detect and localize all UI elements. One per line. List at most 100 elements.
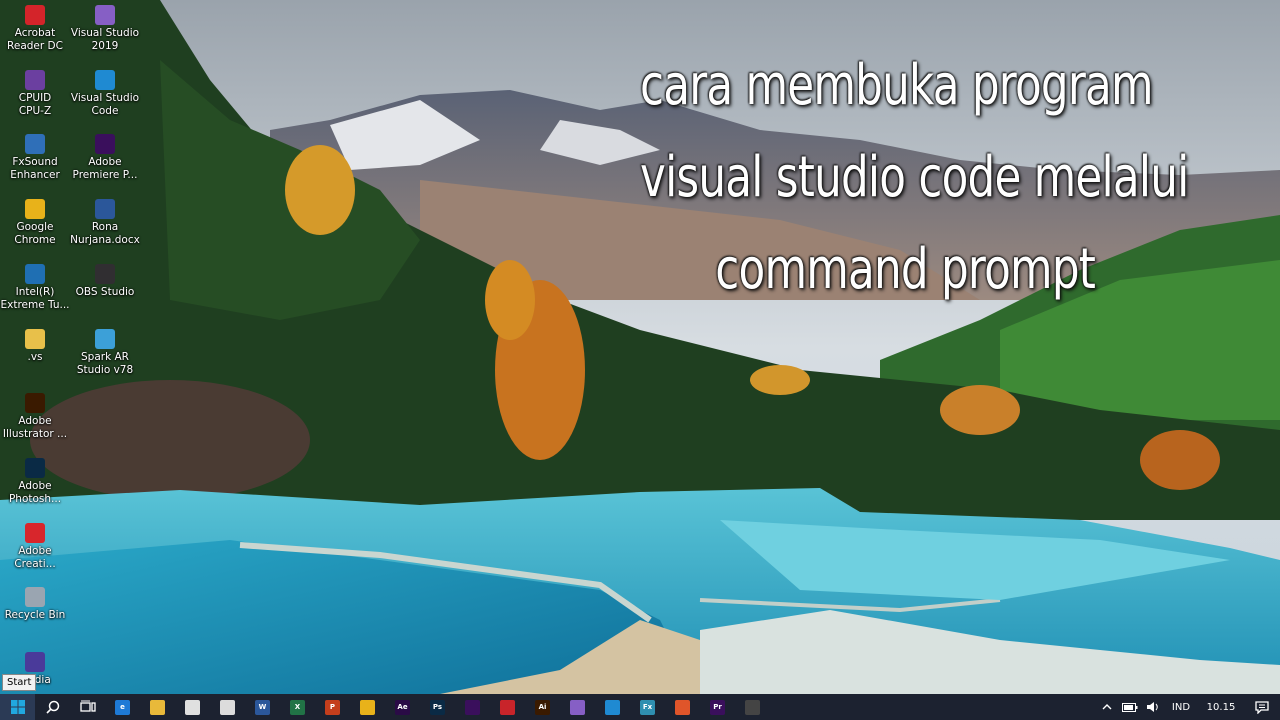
desktop-icon-label: Rona Nurjana.docx xyxy=(70,221,140,247)
vscode-icon xyxy=(95,69,115,90)
visual-studio-icon xyxy=(95,5,115,25)
video-caption-overlay: cara membuka program visual studio code … xyxy=(640,40,1189,316)
edge-icon[interactable]: e xyxy=(105,694,140,720)
excel-icon[interactable]: X xyxy=(280,694,315,720)
taskbar-app-glyph: X xyxy=(290,699,305,715)
desktop-icon-label: Intel(R) Extreme Tu... xyxy=(0,285,70,311)
taskbar-app-glyph xyxy=(570,699,585,715)
desktop-icon[interactable]: Visual Studio Code xyxy=(70,69,140,130)
desktop-icon-label: Visual Studio Code xyxy=(70,91,140,117)
chevron-up-icon[interactable] xyxy=(1096,703,1118,711)
start-tooltip: Start xyxy=(2,674,37,691)
media-icon xyxy=(25,652,45,672)
desktop-icon-label: Google Chrome xyxy=(14,221,56,247)
acrobat-icon[interactable] xyxy=(490,694,525,720)
desktop-icon-label: Adobe Illustrator ... xyxy=(2,415,68,441)
battery-icon[interactable] xyxy=(1118,702,1142,712)
desktop-icon[interactable]: Adobe Illustrator ... xyxy=(0,393,70,453)
taskbar-app-glyph xyxy=(360,699,375,715)
desktop-icon-label: Recycle Bin xyxy=(4,609,66,622)
chrome-icon[interactable] xyxy=(350,694,385,720)
taskbar-app-glyph: W xyxy=(255,699,270,715)
creative-cloud-icon xyxy=(25,522,45,543)
desktop-icon-label: Acrobat Reader DC xyxy=(7,27,63,52)
desktop-icon-label: Visual Studio 2019 xyxy=(70,27,140,52)
photoshop-icon xyxy=(25,457,45,478)
caption-line-1: cara membuka program xyxy=(640,53,1154,118)
volume-icon[interactable] xyxy=(1142,701,1164,713)
desktop-icon-label: Adobe Photosh... xyxy=(8,479,62,505)
folder-icon xyxy=(25,328,45,349)
desktop-icon[interactable]: Rona Nurjana.docx xyxy=(70,199,140,259)
desktop-icon[interactable]: Adobe Creati... xyxy=(0,522,70,583)
acrobat-reader-icon xyxy=(25,5,45,25)
taskbar-app-glyph: Ae xyxy=(395,699,410,715)
after-effects-icon[interactable]: Ae xyxy=(385,694,420,720)
desktop-icon[interactable]: OBS Studio xyxy=(70,263,140,324)
caption-line-3: command prompt xyxy=(715,237,1096,302)
desktop-icon[interactable]: Adobe Photosh... xyxy=(0,457,70,518)
visual-studio-icon[interactable] xyxy=(560,694,595,720)
premiere-icon xyxy=(95,134,115,155)
desktop-icon-label: .vs xyxy=(27,350,43,363)
premiere-icon[interactable] xyxy=(455,694,490,720)
windows-start-icon[interactable] xyxy=(0,694,35,720)
taskbar-app-glyph: Ai xyxy=(535,699,550,715)
desktop-icon-label: OBS Studio xyxy=(75,285,135,298)
file-explorer-icon[interactable] xyxy=(140,694,175,720)
desktop-icon[interactable]: Spark AR Studio v78 xyxy=(70,328,140,389)
desktop-icon[interactable]: CPUID CPU-Z xyxy=(0,69,70,130)
fxsound-icon[interactable]: Fx xyxy=(630,694,665,720)
task-view-icon[interactable] xyxy=(70,694,105,720)
caption-line-2: visual studio code melalui xyxy=(640,145,1189,210)
search-icon[interactable] xyxy=(35,694,70,720)
taskbar-app-glyph: P xyxy=(325,699,340,715)
word-doc-icon xyxy=(95,199,115,220)
desktop-icon[interactable]: Intel(R) Extreme Tu... xyxy=(0,263,70,324)
taskbar-app-glyph: e xyxy=(115,699,130,715)
mail-icon[interactable] xyxy=(210,694,245,720)
taskbar-app-glyph xyxy=(745,699,760,715)
desktop-icon[interactable]: Acrobat Reader DC xyxy=(0,5,70,65)
fxsound-icon xyxy=(25,134,45,155)
taskbar-app-glyph: Pr xyxy=(710,699,725,715)
intel-xtu-icon xyxy=(25,263,45,284)
obs-icon[interactable] xyxy=(735,694,770,720)
taskbar-apps: e W X P Ae Ps Ai Fx Pr xyxy=(105,694,770,720)
photoshop-icon[interactable]: Ps xyxy=(420,694,455,720)
taskbar-app-glyph xyxy=(675,699,690,715)
taskbar-app-glyph: Fx xyxy=(640,699,655,715)
desktop-icon-label: Spark AR Studio v78 xyxy=(76,350,134,376)
taskbar-app-glyph xyxy=(605,699,620,715)
store-icon[interactable] xyxy=(175,694,210,720)
taskbar-app-glyph: Ps xyxy=(430,699,445,715)
clock[interactable]: 10.15 xyxy=(1198,702,1244,713)
recycle-bin-icon xyxy=(25,587,45,608)
desktop-icon[interactable]: .vs xyxy=(0,328,70,389)
taskbar-app-glyph xyxy=(220,699,235,715)
notifications-icon[interactable] xyxy=(1244,700,1280,714)
cpuz-icon xyxy=(25,69,45,90)
illustrator-icon[interactable]: Ai xyxy=(525,694,560,720)
desktop-icon-label: FxSound Enhancer xyxy=(10,156,60,182)
desktop-icon-label: CPUID CPU-Z xyxy=(18,91,52,117)
desktop-icon[interactable]: FxSound Enhancer xyxy=(0,134,70,194)
premiere-pro-icon[interactable]: Pr xyxy=(700,694,735,720)
desktop-icon[interactable]: Adobe Premiere P... xyxy=(70,134,140,194)
word-icon[interactable]: W xyxy=(245,694,280,720)
taskbar-app-glyph xyxy=(465,699,480,715)
chrome-icon xyxy=(25,199,45,220)
taskbar-app-glyph xyxy=(150,699,165,715)
taskbar-app-glyph xyxy=(185,699,200,715)
illustrator-icon xyxy=(25,393,45,414)
app-orange-icon[interactable] xyxy=(665,694,700,720)
desktop-icon-label: Adobe Creati... xyxy=(14,544,56,570)
system-tray: IND 10.15 xyxy=(1096,694,1280,720)
desktop-icon[interactable]: Google Chrome xyxy=(0,199,70,259)
vscode-icon[interactable] xyxy=(595,694,630,720)
desktop-icon[interactable]: Visual Studio 2019 xyxy=(70,5,140,65)
spark-ar-icon xyxy=(95,328,115,349)
powerpoint-icon[interactable]: P xyxy=(315,694,350,720)
desktop-icon[interactable]: Recycle Bin xyxy=(0,587,70,647)
language-indicator[interactable]: IND xyxy=(1164,702,1198,713)
